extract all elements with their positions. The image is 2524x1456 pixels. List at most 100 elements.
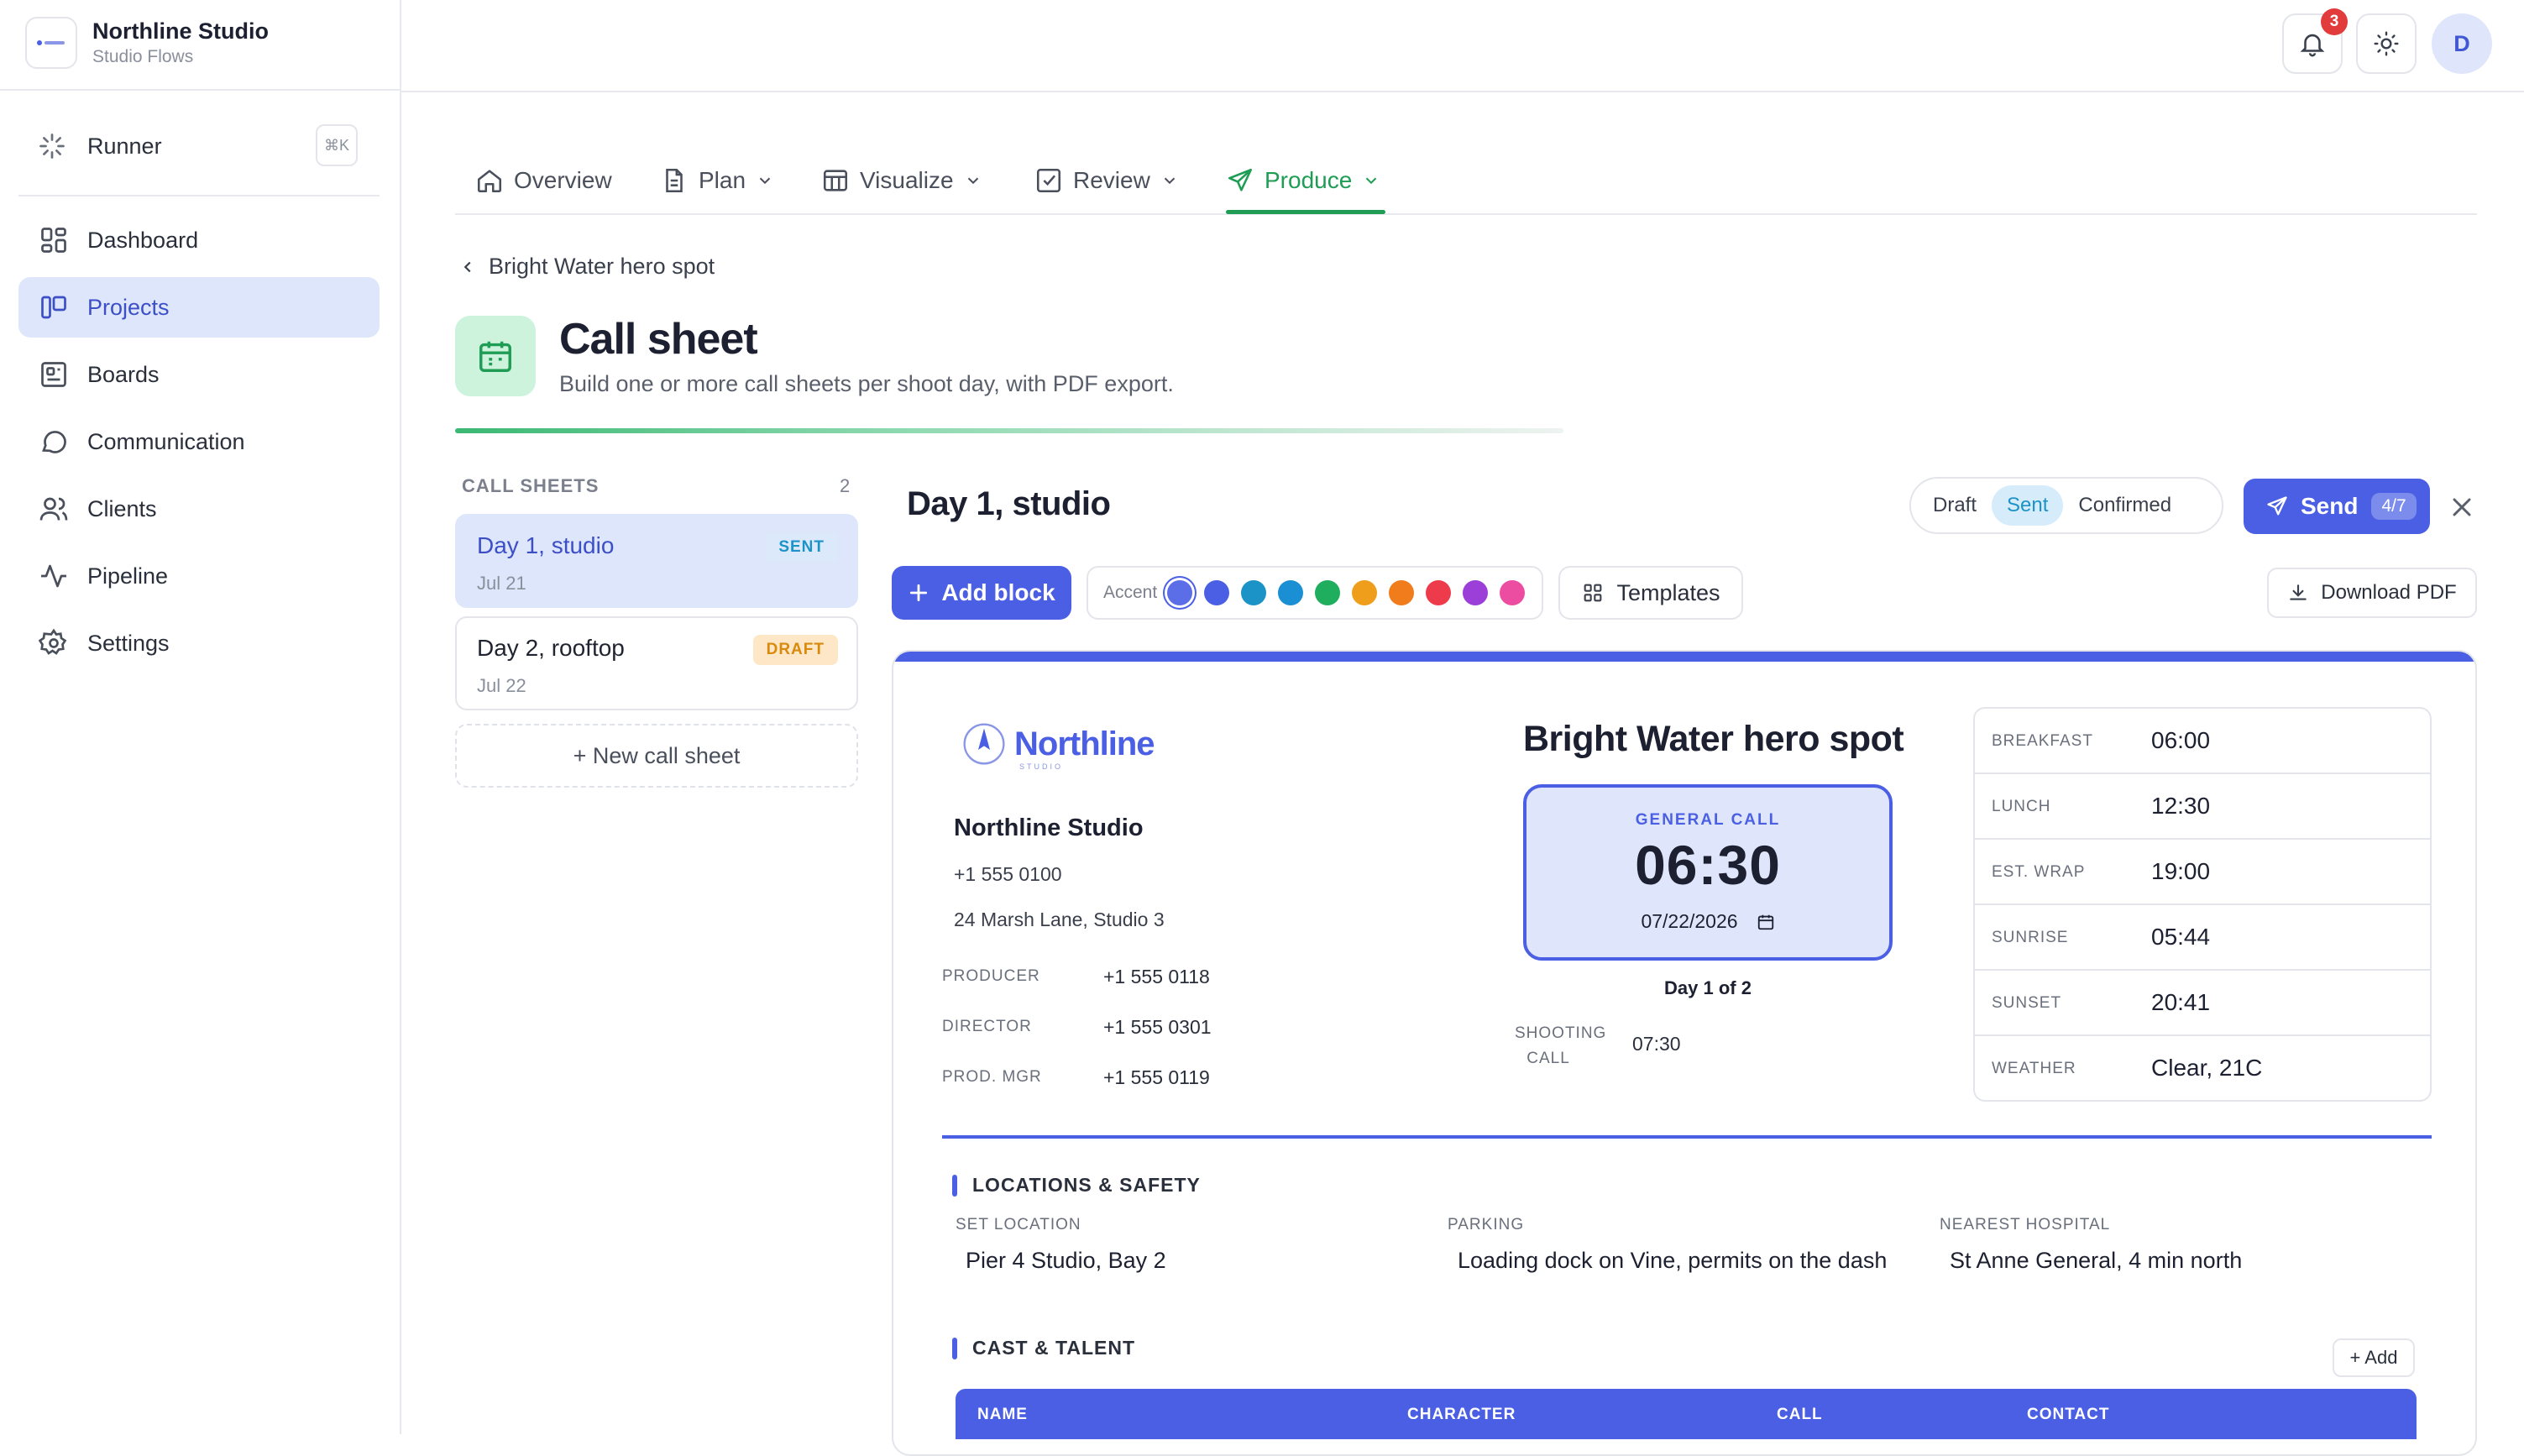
status-sent-option[interactable]: Sent	[1992, 485, 2064, 526]
tab-plan[interactable]: Plan	[660, 160, 774, 202]
org-logo[interactable]	[25, 17, 77, 69]
time-label: EST. WRAP	[1992, 863, 2086, 881]
accent-swatch[interactable]	[1278, 580, 1304, 605]
time-value[interactable]: 19:00	[2151, 858, 2210, 885]
company-address: 24 Marsh Lane, Studio 3	[954, 909, 1165, 930]
sidebar-item-label: Communication	[87, 428, 245, 454]
location-value[interactable]: Pier 4 Studio, Bay 2	[966, 1248, 1166, 1274]
contact-role: DIRECTOR	[942, 1018, 1032, 1035]
sidebar-item-label: Clients	[87, 495, 157, 521]
tab-produce[interactable]: Produce	[1226, 160, 1380, 202]
compass-icon	[961, 720, 1008, 767]
call-sheet-item[interactable]: Day 2, rooftop Jul 22 DRAFT	[455, 616, 858, 710]
accent-swatch[interactable]	[1463, 580, 1489, 605]
runner-icon	[37, 131, 67, 161]
bell-icon	[2298, 29, 2327, 58]
calendar-icon	[1757, 913, 1775, 931]
location-label: PARKING	[1448, 1216, 1525, 1233]
add-block-label: Add block	[941, 579, 1055, 605]
time-value[interactable]: Clear, 21C	[2151, 1055, 2262, 1082]
sidebar: Northline Studio Studio Flows Runner ⌘K …	[0, 0, 401, 1434]
shooting-call-label: SHOOTING CALL	[1515, 1024, 1607, 1067]
accent-label: Accent	[1103, 583, 1158, 602]
chevron-down-icon	[756, 171, 774, 190]
accent-swatch[interactable]	[1500, 580, 1526, 605]
accent-swatch[interactable]	[1426, 580, 1452, 605]
page-subtitle: Build one or more call sheets per shoot …	[559, 371, 1174, 396]
user-avatar[interactable]: D	[2432, 13, 2492, 74]
boards-icon	[39, 359, 69, 390]
locations-section-title: LOCATIONS & SAFETY	[952, 1174, 1201, 1197]
org-name: Northline Studio	[92, 18, 269, 44]
document-icon	[660, 166, 689, 195]
sidebar-item-dashboard[interactable]: Dashboard	[18, 210, 380, 270]
chevron-left-icon	[458, 258, 477, 276]
accent-swatch[interactable]	[1241, 580, 1267, 605]
general-call-box[interactable]: GENERAL CALL 06:30 07/22/2026	[1523, 784, 1893, 961]
tab-label: Overview	[514, 167, 612, 193]
send-count: 4/7	[2371, 493, 2417, 520]
brand-subtext: STUDIO	[1019, 762, 1064, 771]
gear-icon	[39, 628, 69, 658]
sidebar-item-pipeline[interactable]: Pipeline	[18, 546, 380, 606]
time-value[interactable]: 20:41	[2151, 989, 2210, 1016]
table-row: EST. WRAP 19:00	[1975, 840, 2430, 905]
notification-count-badge: 3	[2321, 8, 2348, 35]
status-badge: SENT	[765, 532, 838, 563]
accent-swatch[interactable]	[1315, 580, 1341, 605]
sidebar-item-settings[interactable]: Settings	[18, 613, 380, 673]
shoot-date-field[interactable]: 07/22/2026	[1526, 910, 1889, 933]
runner-shortcut: ⌘K	[316, 124, 358, 166]
title-accent-line	[455, 428, 1563, 433]
tab-label: Plan	[699, 167, 746, 193]
accent-color-picker: Accent	[1087, 566, 1543, 620]
call-sheet-document: Northline STUDIO Northline Studio +1 555…	[892, 650, 2477, 1456]
chat-icon	[39, 427, 69, 457]
runner-label[interactable]: Runner	[87, 134, 162, 160]
sidebar-item-clients[interactable]: Clients	[18, 479, 380, 539]
general-call-time: 06:30	[1635, 834, 1781, 896]
sidebar-item-projects[interactable]: Projects	[18, 277, 380, 338]
add-block-button[interactable]: Add block	[892, 566, 1071, 620]
status-badge: DRAFT	[752, 635, 838, 665]
sidebar-item-boards[interactable]: Boards	[18, 344, 380, 405]
sidebar-item-label: Settings	[87, 630, 170, 656]
sidebar-item-communication[interactable]: Communication	[18, 411, 380, 472]
tab-visualize[interactable]: Visualize	[821, 160, 982, 202]
status-confirmed-option[interactable]: Confirmed	[2063, 485, 2186, 526]
time-value[interactable]: 05:44	[2151, 924, 2210, 951]
download-icon	[2287, 582, 2309, 604]
location-value[interactable]: St Anne General, 4 min north	[1950, 1248, 2242, 1274]
location-value[interactable]: Loading dock on Vine, permits on the das…	[1458, 1248, 1887, 1274]
send-button[interactable]: Send 4/7	[2244, 479, 2430, 534]
contact-phone: +1 555 0118	[1103, 966, 1210, 987]
sidebar-item-label: Pipeline	[87, 563, 169, 589]
tab-overview[interactable]: Overview	[475, 160, 612, 202]
time-value[interactable]: 12:30	[2151, 793, 2210, 820]
accent-swatch[interactable]	[1167, 580, 1193, 605]
templates-button[interactable]: Templates	[1558, 566, 1743, 620]
close-icon[interactable]	[2447, 492, 2477, 522]
accent-swatch[interactable]	[1389, 580, 1415, 605]
theme-toggle-button[interactable]	[2356, 13, 2417, 74]
call-sheets-count: 2	[840, 475, 851, 496]
table-row: SUNRISE 05:44	[1975, 905, 2430, 971]
new-call-sheet-button[interactable]: + New call sheet	[455, 724, 858, 788]
tab-review[interactable]: Review	[1034, 160, 1179, 202]
status-draft-option[interactable]: Draft	[1918, 485, 1992, 526]
accent-swatch[interactable]	[1352, 580, 1378, 605]
org-subtitle: Studio Flows	[92, 47, 194, 66]
download-pdf-button[interactable]: Download PDF	[2267, 568, 2477, 618]
checkbox-icon	[1034, 166, 1063, 195]
divider	[0, 89, 400, 91]
accent-swatch[interactable]	[1204, 580, 1230, 605]
editor-title: Day 1, studio	[907, 485, 1111, 522]
call-sheet-item[interactable]: Day 1, studio Jul 21 SENT	[455, 514, 858, 608]
company-name: Northline Studio	[954, 814, 1144, 841]
time-value[interactable]: 06:00	[2151, 727, 2210, 754]
sidebar-item-label: Dashboard	[87, 227, 199, 253]
add-cast-button[interactable]: + Add	[2333, 1338, 2415, 1377]
call-sheet-date: Jul 22	[477, 675, 526, 696]
breadcrumb[interactable]: Bright Water hero spot	[458, 254, 715, 280]
contact-role: PRODUCER	[942, 967, 1040, 985]
